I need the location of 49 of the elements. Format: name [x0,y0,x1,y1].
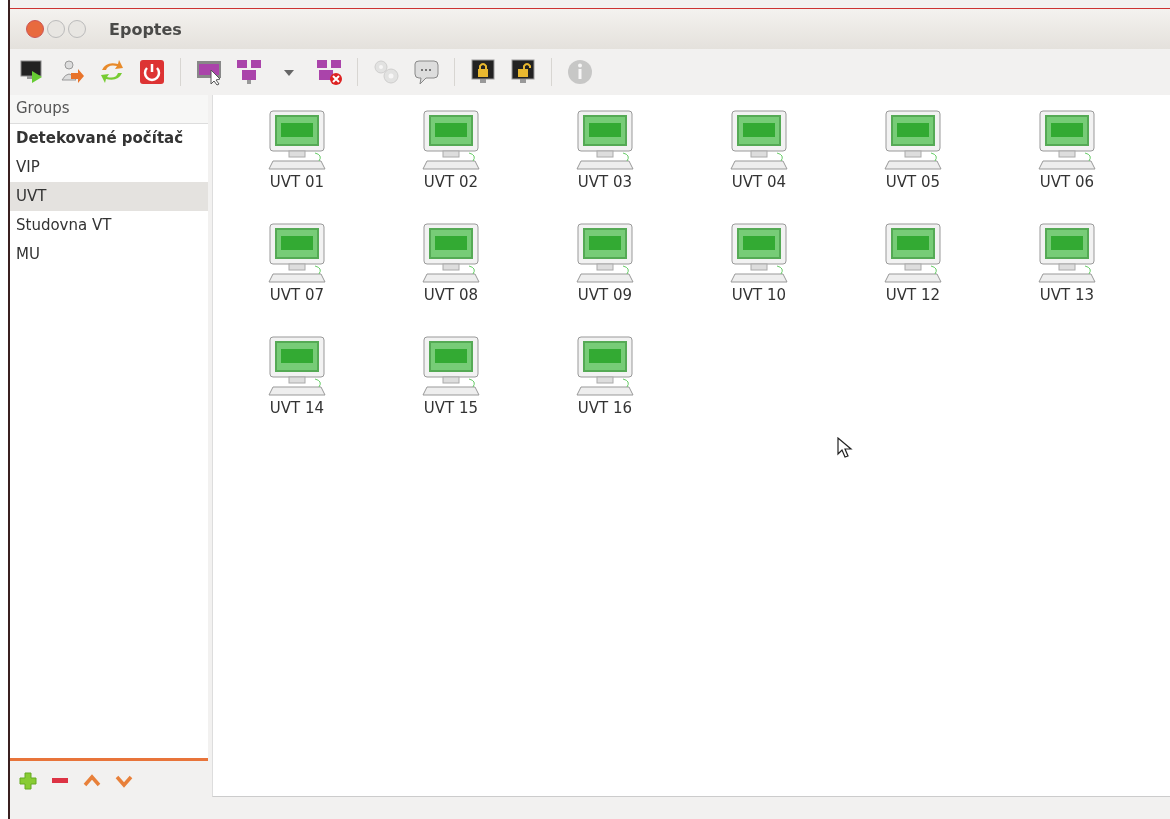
column-header: Groups [10,95,208,124]
computer-icon[interactable] [421,109,481,171]
power-icon[interactable] [138,58,166,86]
window-title: Epoptes [109,19,182,39]
computer-name[interactable]: UVT 16 [577,399,633,417]
computer-name[interactable]: UVT 12 [885,286,941,304]
group-item[interactable]: Detekované počítač [10,124,208,153]
computer-name[interactable]: UVT 15 [423,399,479,417]
computer-name[interactable]: UVT 14 [269,399,325,417]
computer-icon[interactable] [1037,109,1097,171]
group-item[interactable]: MU [10,240,208,269]
computer-icon[interactable] [421,335,481,397]
minimize-button[interactable] [47,20,65,38]
computer-name[interactable]: UVT 01 [269,173,325,191]
computer-name[interactable]: UVT 02 [423,173,479,191]
computer-name[interactable]: UVT 07 [269,286,325,304]
computer-icon[interactable] [883,222,943,284]
group-item[interactable]: Studovna VT [10,211,208,240]
computer-name[interactable]: UVT 06 [1039,173,1095,191]
add-icon[interactable] [18,771,38,791]
group-item[interactable]: UVT [10,182,208,211]
lock-icon[interactable] [469,58,497,86]
computer-icon[interactable] [575,335,635,397]
computer-name[interactable]: UVT 10 [731,286,787,304]
maximize-button[interactable] [68,20,86,38]
computer-icon[interactable] [575,109,635,171]
computer-icon[interactable] [575,222,635,284]
speech-bubble-icon[interactable] [412,58,440,86]
close-button[interactable] [26,20,44,38]
computer-name[interactable]: UVT 09 [577,286,633,304]
monitors-icon[interactable] [235,58,263,86]
unlock-icon[interactable] [509,58,537,86]
group-item[interactable]: VIP [10,153,208,182]
computer-icon[interactable] [267,335,327,397]
computer-icon[interactable] [729,109,789,171]
computer-name[interactable]: UVT 05 [885,173,941,191]
monitor-cursor-icon[interactable] [195,58,223,86]
computer-icon[interactable] [883,109,943,171]
computer-name[interactable]: UVT 13 [1039,286,1095,304]
computer-icon[interactable] [267,109,327,171]
computer-icon[interactable] [1037,222,1097,284]
computer-icon[interactable] [729,222,789,284]
computer-name[interactable]: UVT 08 [423,286,479,304]
mouse-pointer-icon [837,437,853,459]
computer-icon[interactable] [267,222,327,284]
computer-name[interactable]: UVT 03 [577,173,633,191]
computer-name[interactable]: UVT 04 [731,173,787,191]
computer-icon[interactable] [421,222,481,284]
monitors-stop-icon[interactable] [315,58,343,86]
